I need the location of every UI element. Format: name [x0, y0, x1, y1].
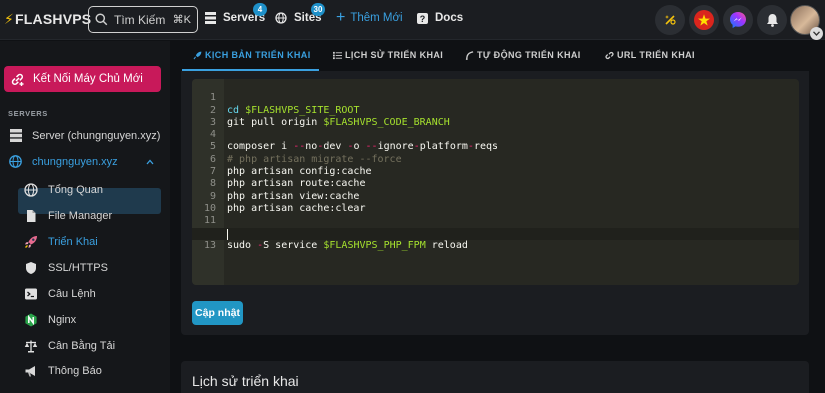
- list-icon: [333, 51, 342, 59]
- connect-server-label: Kết Nối Máy Chủ Mới: [33, 73, 143, 85]
- code-line: 11 echo 'Restarting FPM...';: [192, 203, 799, 238]
- update-button[interactable]: Cập nhật: [192, 301, 243, 325]
- docs-label: Docs: [435, 12, 464, 24]
- code-editor[interactable]: 1 cd $FLASHVPS_SITE_ROOT 2 git pull orig…: [192, 79, 799, 285]
- sidebar-item-label: chungnguyen.xyz: [32, 155, 118, 168]
- code-line: 1 cd $FLASHVPS_SITE_ROOT: [192, 80, 799, 115]
- shield-icon: [26, 262, 36, 274]
- search-input[interactable]: Tìm Kiếm ⌘K: [88, 6, 198, 33]
- vietnam-flag-icon: [694, 10, 714, 30]
- sidebar-item-commands[interactable]: Câu Lệnh: [24, 287, 96, 301]
- question-icon: ?: [417, 12, 428, 24]
- auto-icon: [465, 50, 474, 60]
- notifications-button[interactable]: [757, 5, 787, 35]
- file-icon: [27, 210, 36, 222]
- svg-text:?: ?: [420, 13, 426, 23]
- theme-toggle-icon: [665, 15, 676, 25]
- sidebar-item-ssl[interactable]: SSL/HTTPS: [24, 261, 108, 275]
- deploy-history-title: Lịch sử triển khai: [192, 373, 299, 389]
- add-new-button[interactable]: + Thêm Mới: [336, 9, 403, 26]
- code-line: 3: [192, 105, 799, 128]
- tab-label: KỊCH BẢN TRIỂN KHAI: [205, 50, 311, 60]
- terminal-icon: [25, 288, 37, 300]
- docs-link[interactable]: ? Docs: [417, 12, 463, 24]
- code-line: 2 git pull origin $FLASHVPS_CODE_BRANCH: [192, 92, 799, 128]
- servers-count-badge: 4: [253, 3, 267, 16]
- servers-section-title: SERVERS: [8, 109, 48, 118]
- tab-label: TỰ ĐỘNG TRIỂN KHAI: [477, 50, 581, 60]
- nginx-icon: [25, 313, 37, 327]
- sidebar-item-label: Triển Khai: [48, 236, 98, 248]
- link-plus-icon: [11, 73, 24, 86]
- deploy-tabs: KỊCH BẢN TRIỂN KHAI LỊCH SỬ TRIỂN KHAI T…: [182, 41, 812, 71]
- add-new-label: Thêm Mới: [350, 12, 403, 24]
- line-number: 13: [203, 239, 216, 251]
- tab-deploy-history[interactable]: LỊCH SỬ TRIỂN KHAI: [333, 50, 443, 60]
- bolt-icon: ⚡: [4, 11, 15, 27]
- tab-label: URL TRIỂN KHAI: [617, 50, 695, 60]
- sidebar-item-label: Thông Báo: [48, 365, 102, 377]
- search-icon: [95, 13, 108, 26]
- tab-deploy-url[interactable]: URL TRIỂN KHAI: [605, 50, 695, 60]
- sidebar-item-nginx[interactable]: Nginx: [24, 313, 76, 327]
- sidebar-item-load-balancer[interactable]: Cân Bằng Tải: [24, 339, 115, 353]
- line-text: sudo -S service $FLASHVPS_PHP_FPM reload: [227, 239, 468, 251]
- globe-icon: [9, 155, 22, 168]
- link-icon: [605, 51, 614, 59]
- code-line: 7 php artisan route:cache: [192, 154, 799, 189]
- sidebar-item-overview[interactable]: Tổng Quan: [24, 183, 103, 197]
- tab-auto-deploy[interactable]: TỰ ĐỘNG TRIỂN KHAI: [465, 50, 581, 60]
- scale-icon: [24, 340, 38, 353]
- globe-icon: [24, 183, 38, 197]
- tab-label: LỊCH SỬ TRIỂN KHAI: [345, 50, 444, 60]
- code-line: 5 # php artisan migrate --force: [192, 129, 799, 164]
- sidebar-item-server[interactable]: Server (chungnguyen.xyz): [10, 129, 160, 142]
- code-line: 9 php artisan cache:clear: [192, 178, 799, 214]
- sidebar-item-label: Server (chungnguyen.xyz): [32, 129, 161, 142]
- theme-toggle-button[interactable]: [655, 5, 685, 35]
- sidebar-item-label: Câu Lệnh: [48, 288, 96, 300]
- messenger-icon: [730, 12, 746, 28]
- rocket-icon: [25, 236, 37, 248]
- sidebar-item-label: SSL/HTTPS: [48, 262, 108, 274]
- tab-deploy-script[interactable]: KỊCH BẢN TRIỂN KHAI: [193, 50, 311, 60]
- sidebar-item-notifications[interactable]: Thông Báo: [24, 364, 102, 378]
- server-icon: [10, 129, 22, 142]
- sidebar-item-file-manager[interactable]: File Manager: [24, 209, 112, 223]
- search-placeholder: Tìm Kiếm: [114, 12, 166, 27]
- megaphone-icon: [25, 366, 35, 377]
- sidebar-item-label: File Manager: [48, 210, 113, 222]
- bell-icon: [766, 14, 778, 27]
- sidebar-item-label: Tổng Quan: [48, 184, 104, 196]
- plus-icon: +: [336, 9, 346, 26]
- rocket-icon: [193, 51, 202, 59]
- search-shortcut: ⌘K: [172, 14, 191, 26]
- chevron-down-icon[interactable]: [810, 27, 823, 40]
- code-line: 12 sudo -S service $FLASHVPS_PHP_FPM rel…: [192, 215, 799, 251]
- server-icon: [205, 12, 216, 24]
- sites-count-badge: 30: [311, 3, 325, 16]
- globe-icon: [275, 12, 287, 24]
- logo-text: FLASHVPS: [15, 11, 92, 27]
- sidebar-item-label: Cân Bằng Tải: [48, 340, 116, 352]
- chevron-up-icon: [146, 159, 154, 165]
- sidebar-item-domain[interactable]: chungnguyen.xyz: [9, 155, 159, 168]
- top-bar: ⚡FLASHVPS Tìm Kiếm ⌘K Servers 4 Sites 30…: [0, 0, 825, 40]
- code-line: 6 php artisan config:cache: [192, 142, 799, 177]
- language-button[interactable]: [689, 5, 719, 35]
- code-line: 10: [192, 191, 799, 214]
- messenger-button[interactable]: [723, 5, 753, 35]
- sidebar-item-label: Nginx: [48, 314, 77, 326]
- sidebar-item-deploy[interactable]: Triển Khai: [24, 235, 98, 249]
- code-line-current: 13: [192, 227, 799, 251]
- code-line: 8 php artisan view:cache: [192, 166, 799, 201]
- connect-server-button[interactable]: Kết Nối Máy Chủ Mới: [4, 66, 161, 92]
- code-line: 4 composer i --no-dev -o --ignore-platfo…: [192, 117, 799, 152]
- text-cursor: [227, 228, 228, 240]
- logo[interactable]: ⚡FLASHVPS: [4, 11, 91, 28]
